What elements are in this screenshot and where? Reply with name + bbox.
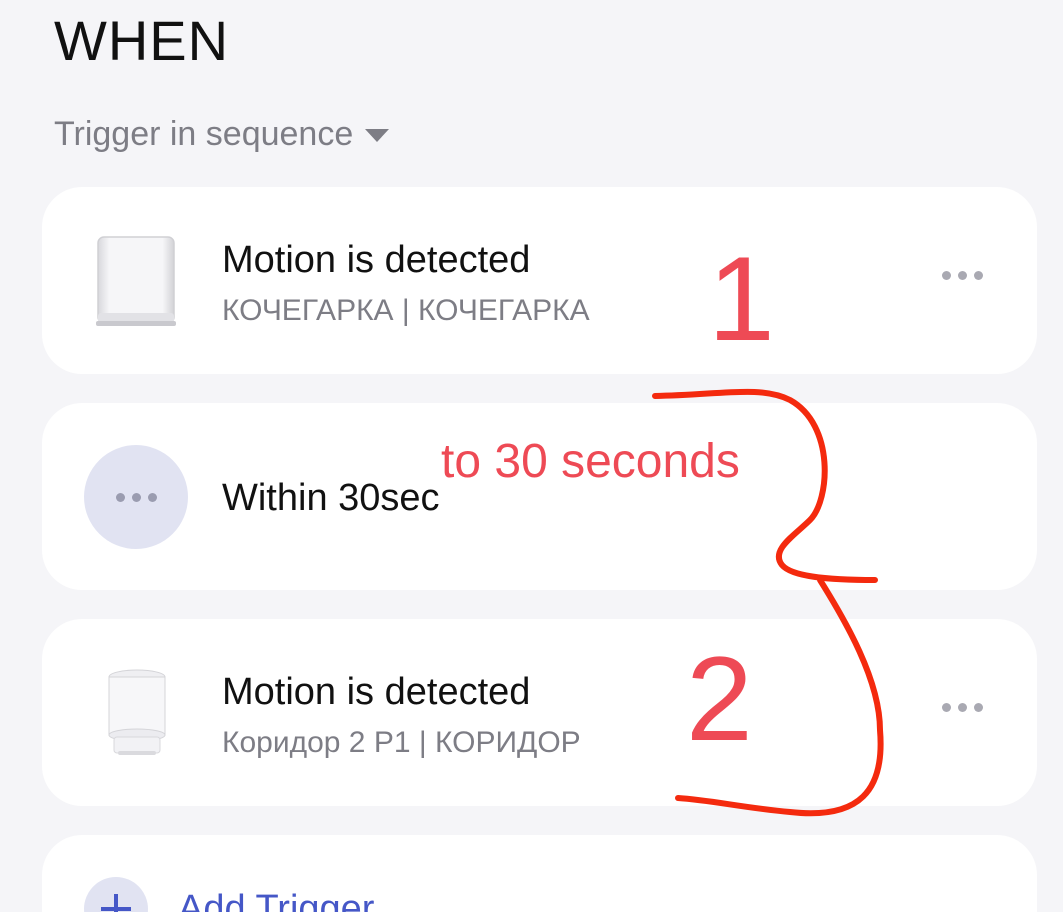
add-trigger-card[interactable]: Add Trigger <box>42 835 1037 912</box>
plus-icon <box>84 877 148 912</box>
trigger-device-location: Коридор 2 P1 | КОРИДОР <box>222 726 581 759</box>
trigger-card-delay[interactable]: Within 30sec <box>42 403 1037 590</box>
trigger-device-location: КОЧЕГАРКА | КОЧЕГАРКА <box>222 294 590 327</box>
automation-when-section: WHEN Trigger in sequence Motion is detec… <box>0 0 1063 912</box>
add-trigger-label: Add Trigger <box>178 887 375 912</box>
delay-title: Within 30sec <box>222 477 440 519</box>
trigger-card-2[interactable]: Motion is detected Коридор 2 P1 | КОРИДО… <box>42 619 1037 806</box>
more-options-icon[interactable] <box>942 703 983 712</box>
motion-sensor-square-icon <box>94 233 180 329</box>
more-dots-icon <box>84 445 188 549</box>
trigger-title: Motion is detected <box>222 671 531 713</box>
motion-sensor-p1-icon <box>102 667 172 757</box>
trigger-mode-dropdown[interactable]: Trigger in sequence <box>54 115 390 154</box>
trigger-title: Motion is detected <box>222 239 531 281</box>
trigger-mode-label: Trigger in sequence <box>54 115 354 153</box>
more-options-icon[interactable] <box>942 271 983 280</box>
trigger-card-1[interactable]: Motion is detected КОЧЕГАРКА | КОЧЕГАРКА <box>42 187 1037 374</box>
page-title: WHEN <box>54 9 230 72</box>
caret-down-icon <box>365 129 390 142</box>
